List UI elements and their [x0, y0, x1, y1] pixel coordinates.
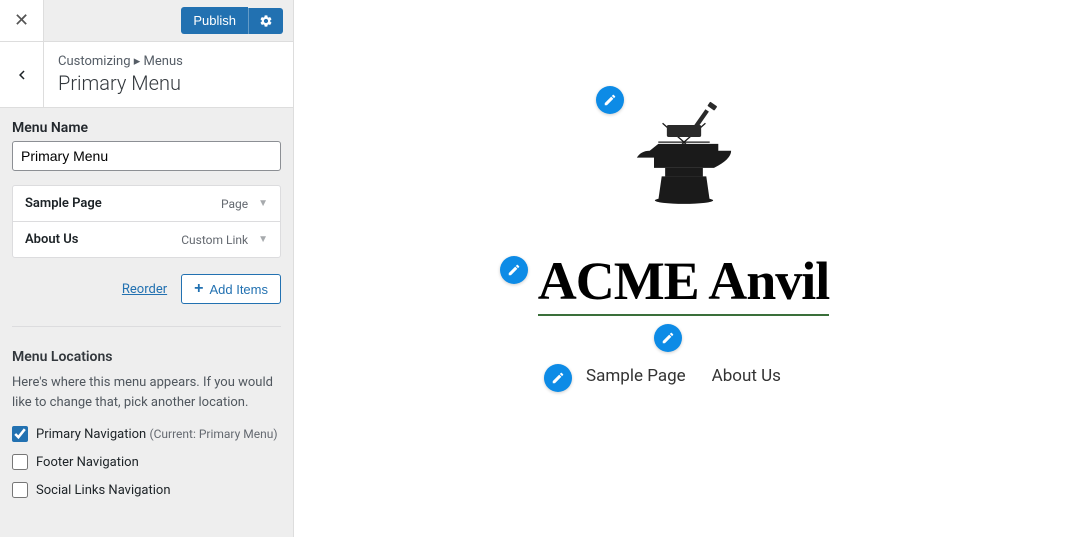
menu-locations-heading: Menu Locations [12, 349, 281, 365]
location-footer-navigation: Footer Navigation [12, 454, 281, 470]
nav-link[interactable]: Sample Page [586, 366, 686, 386]
edit-shortcut-logo[interactable] [596, 86, 624, 114]
menu-item-type: Page [221, 197, 248, 211]
reorder-link[interactable]: Reorder [122, 282, 167, 297]
anvil-logo [624, 90, 744, 220]
gear-icon [259, 14, 273, 28]
chevron-down-icon: ▼ [258, 234, 268, 245]
menu-name-label: Menu Name [12, 120, 281, 136]
breadcrumb: Customizing ▸ Menus [58, 54, 183, 69]
menu-item[interactable]: Sample Page Page ▼ [13, 186, 280, 222]
location-social-links-navigation: Social Links Navigation [12, 482, 281, 498]
section-title: Primary Menu [58, 71, 183, 95]
location-checkbox[interactable] [12, 426, 28, 442]
customizer-topbar: ✕ Publish [0, 0, 293, 42]
menu-locations-description: Here's where this menu appears. If you w… [12, 373, 281, 412]
site-title[interactable]: ACME Anvil [538, 250, 830, 316]
menu-name-input[interactable] [12, 141, 281, 171]
location-label[interactable]: Social Links Navigation [36, 483, 171, 498]
location-checkbox[interactable] [12, 454, 28, 470]
nav-link[interactable]: About Us [712, 366, 781, 386]
location-label[interactable]: Primary Navigation (Current: Primary Men… [36, 427, 278, 442]
edit-shortcut-title[interactable] [500, 256, 528, 284]
section-header: Customizing ▸ Menus Primary Menu [0, 42, 293, 108]
edit-shortcut-nav-item[interactable] [544, 364, 572, 392]
close-button[interactable]: ✕ [0, 0, 44, 41]
site-navigation: Sample Page About Us [586, 366, 781, 386]
settings-gear-button[interactable] [248, 8, 283, 34]
location-primary-navigation: Primary Navigation (Current: Primary Men… [12, 426, 281, 442]
chevron-down-icon: ▼ [258, 198, 268, 209]
menu-item-title: Sample Page [25, 196, 102, 211]
pencil-icon [603, 93, 617, 107]
edit-shortcut-nav[interactable] [654, 324, 682, 352]
chevron-left-icon [13, 66, 31, 84]
menu-items-list: Sample Page Page ▼ About Us Custom Link … [12, 185, 281, 258]
location-label[interactable]: Footer Navigation [36, 455, 139, 470]
menu-item[interactable]: About Us Custom Link ▼ [13, 222, 280, 257]
plus-icon: + [194, 281, 203, 297]
menu-item-title: About Us [25, 232, 78, 247]
publish-button[interactable]: Publish [181, 7, 248, 34]
pencil-icon [551, 371, 565, 385]
site-preview: ACME Anvil Sample Page About Us [294, 0, 1073, 537]
pencil-icon [661, 331, 675, 345]
add-items-button[interactable]: + Add Items [181, 274, 281, 304]
menu-item-type: Custom Link [181, 233, 248, 247]
back-button[interactable] [0, 42, 44, 107]
location-checkbox[interactable] [12, 482, 28, 498]
divider [12, 326, 281, 327]
pencil-icon [507, 263, 521, 277]
